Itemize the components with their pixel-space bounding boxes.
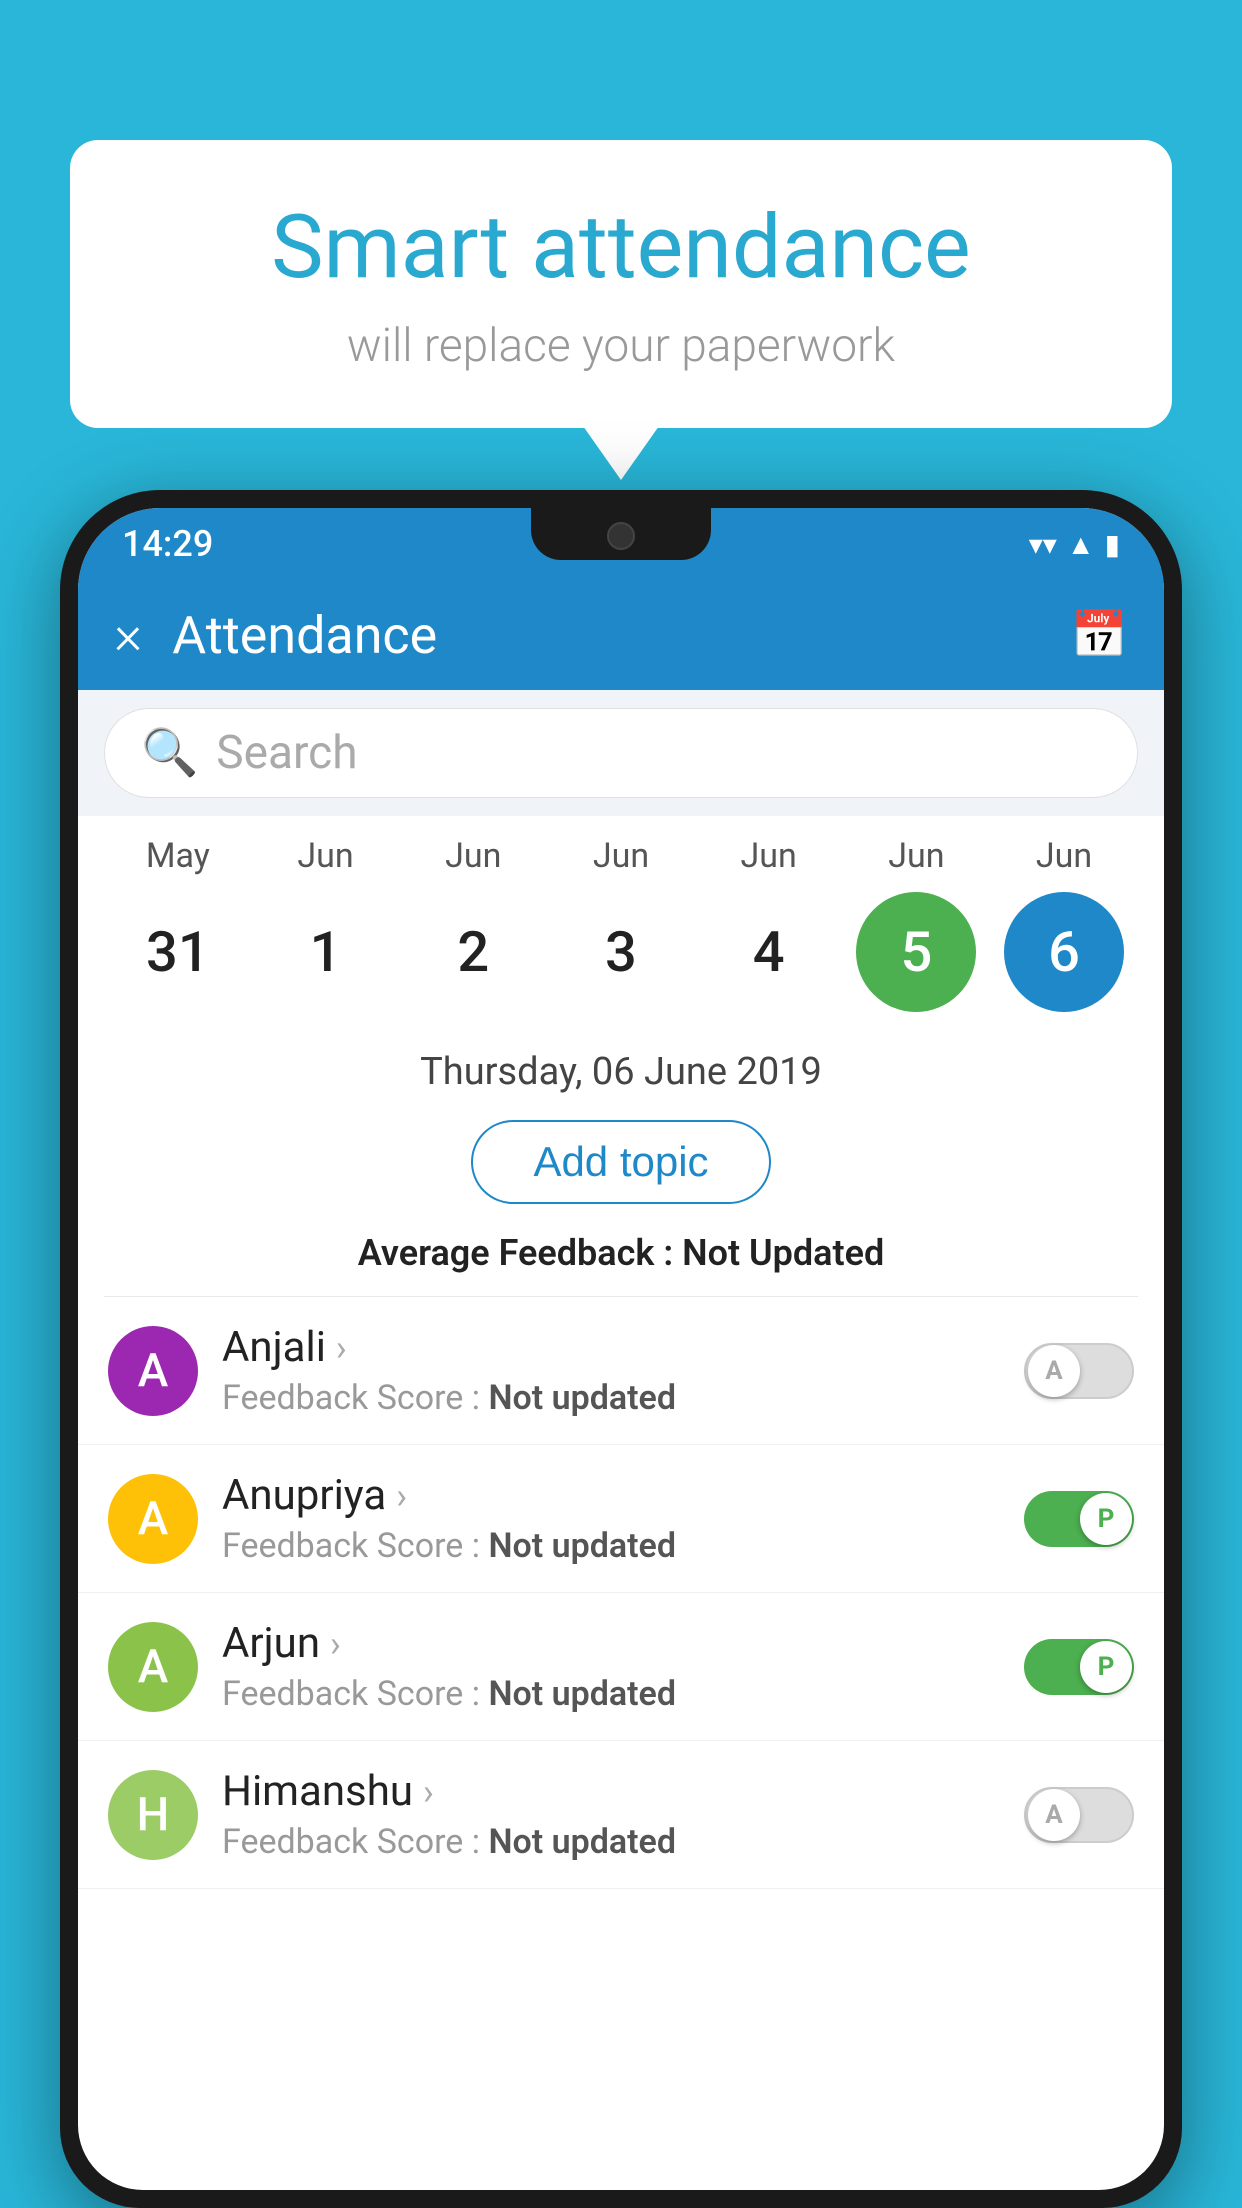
student-name-himanshu[interactable]: Himanshu › bbox=[222, 1767, 1000, 1816]
status-icons: ▾▾ ▲ ▮ bbox=[1029, 528, 1120, 561]
chevron-anupriya: › bbox=[396, 1475, 407, 1517]
student-item-anupriya: A Anupriya › Feedback Score : Not update… bbox=[78, 1445, 1164, 1593]
speech-bubble-heading: Smart attendance bbox=[120, 200, 1122, 297]
toggle-thumb-anjali: A bbox=[1028, 1345, 1080, 1397]
cal-date-3[interactable]: 3 bbox=[561, 892, 681, 1012]
cal-month-6: Jun bbox=[999, 836, 1129, 876]
student-name-anjali[interactable]: Anjali › bbox=[222, 1323, 1000, 1372]
wifi-icon: ▾▾ bbox=[1029, 528, 1057, 561]
cal-month-4: Jun bbox=[704, 836, 834, 876]
avatar-arjun: A bbox=[108, 1622, 198, 1712]
toggle-arjun[interactable]: P bbox=[1024, 1639, 1134, 1695]
toggle-thumb-anupriya: P bbox=[1080, 1493, 1132, 1545]
avatar-anupriya: A bbox=[108, 1474, 198, 1564]
toggle-anjali[interactable]: A bbox=[1024, 1343, 1134, 1399]
selected-date-label: Thursday, 06 June 2019 bbox=[78, 1038, 1164, 1110]
cal-date-6[interactable]: 6 bbox=[1004, 892, 1124, 1012]
student-item-anjali: A Anjali › Feedback Score : Not updated … bbox=[78, 1297, 1164, 1445]
avatar-himanshu: H bbox=[108, 1770, 198, 1860]
phone-notch bbox=[531, 508, 711, 560]
search-placeholder: Search bbox=[216, 726, 357, 780]
app-bar: × Attendance 📅 bbox=[78, 580, 1164, 690]
close-button[interactable]: × bbox=[114, 604, 142, 667]
toggle-anupriya[interactable]: P bbox=[1024, 1491, 1134, 1547]
cal-date-0[interactable]: 31 bbox=[118, 892, 238, 1012]
calendar-dates-row: 31 1 2 3 4 5 6 bbox=[104, 884, 1138, 1028]
student-info-anupriya[interactable]: Anupriya › Feedback Score : Not updated bbox=[222, 1471, 1000, 1566]
toggle-himanshu[interactable]: A bbox=[1024, 1787, 1134, 1843]
calendar-strip: May Jun Jun Jun Jun Jun Jun 31 1 2 3 4 5… bbox=[78, 816, 1164, 1038]
toggle-thumb-himanshu: A bbox=[1028, 1789, 1080, 1841]
feedback-himanshu: Feedback Score : Not updated bbox=[222, 1822, 1000, 1862]
average-feedback: Average Feedback : Not Updated bbox=[78, 1222, 1164, 1296]
feedback-arjun: Feedback Score : Not updated bbox=[222, 1674, 1000, 1714]
student-name-anupriya[interactable]: Anupriya › bbox=[222, 1471, 1000, 1520]
signal-icon: ▲ bbox=[1067, 528, 1095, 561]
cal-month-0: May bbox=[113, 836, 243, 876]
status-time: 14:29 bbox=[122, 523, 213, 565]
cal-date-1[interactable]: 1 bbox=[266, 892, 386, 1012]
chevron-anjali: › bbox=[336, 1327, 347, 1369]
cal-month-5: Jun bbox=[851, 836, 981, 876]
search-icon: 🔍 bbox=[141, 726, 198, 780]
cal-date-4[interactable]: 4 bbox=[709, 892, 829, 1012]
cal-date-2[interactable]: 2 bbox=[413, 892, 533, 1012]
calendar-icon[interactable]: 📅 bbox=[1071, 608, 1128, 662]
student-item-himanshu: H Himanshu › Feedback Score : Not update… bbox=[78, 1741, 1164, 1889]
cal-month-1: Jun bbox=[261, 836, 391, 876]
speech-bubble-container: Smart attendance will replace your paper… bbox=[70, 140, 1172, 428]
chevron-himanshu: › bbox=[423, 1771, 434, 1813]
battery-icon: ▮ bbox=[1105, 528, 1120, 561]
student-name-arjun[interactable]: Arjun › bbox=[222, 1619, 1000, 1668]
phone-camera bbox=[607, 522, 635, 550]
app-bar-title: Attendance bbox=[172, 605, 1040, 666]
phone-frame: 14:29 ▾▾ ▲ ▮ × Attendance 📅 🔍 Search May bbox=[60, 490, 1182, 2208]
feedback-anjali: Feedback Score : Not updated bbox=[222, 1378, 1000, 1418]
student-item-arjun: A Arjun › Feedback Score : Not updated P bbox=[78, 1593, 1164, 1741]
phone-screen: 14:29 ▾▾ ▲ ▮ × Attendance 📅 🔍 Search May bbox=[78, 508, 1164, 2190]
toggle-thumb-arjun: P bbox=[1080, 1641, 1132, 1693]
student-info-arjun[interactable]: Arjun › Feedback Score : Not updated bbox=[222, 1619, 1000, 1714]
cal-month-3: Jun bbox=[556, 836, 686, 876]
chevron-arjun: › bbox=[330, 1623, 341, 1665]
avg-feedback-label: Average Feedback : bbox=[358, 1232, 682, 1274]
add-topic-container: Add topic bbox=[78, 1110, 1164, 1222]
search-container: 🔍 Search bbox=[78, 690, 1164, 816]
speech-bubble: Smart attendance will replace your paper… bbox=[70, 140, 1172, 428]
feedback-anupriya: Feedback Score : Not updated bbox=[222, 1526, 1000, 1566]
add-topic-button[interactable]: Add topic bbox=[471, 1120, 770, 1204]
student-list: A Anjali › Feedback Score : Not updated … bbox=[78, 1297, 1164, 1889]
cal-date-5[interactable]: 5 bbox=[856, 892, 976, 1012]
calendar-months-row: May Jun Jun Jun Jun Jun Jun bbox=[104, 836, 1138, 884]
avatar-anjali: A bbox=[108, 1326, 198, 1416]
student-info-anjali[interactable]: Anjali › Feedback Score : Not updated bbox=[222, 1323, 1000, 1418]
avg-feedback-value: Not Updated bbox=[682, 1232, 884, 1274]
search-bar[interactable]: 🔍 Search bbox=[104, 708, 1138, 798]
student-info-himanshu[interactable]: Himanshu › Feedback Score : Not updated bbox=[222, 1767, 1000, 1862]
speech-bubble-subtext: will replace your paperwork bbox=[120, 319, 1122, 373]
cal-month-2: Jun bbox=[408, 836, 538, 876]
